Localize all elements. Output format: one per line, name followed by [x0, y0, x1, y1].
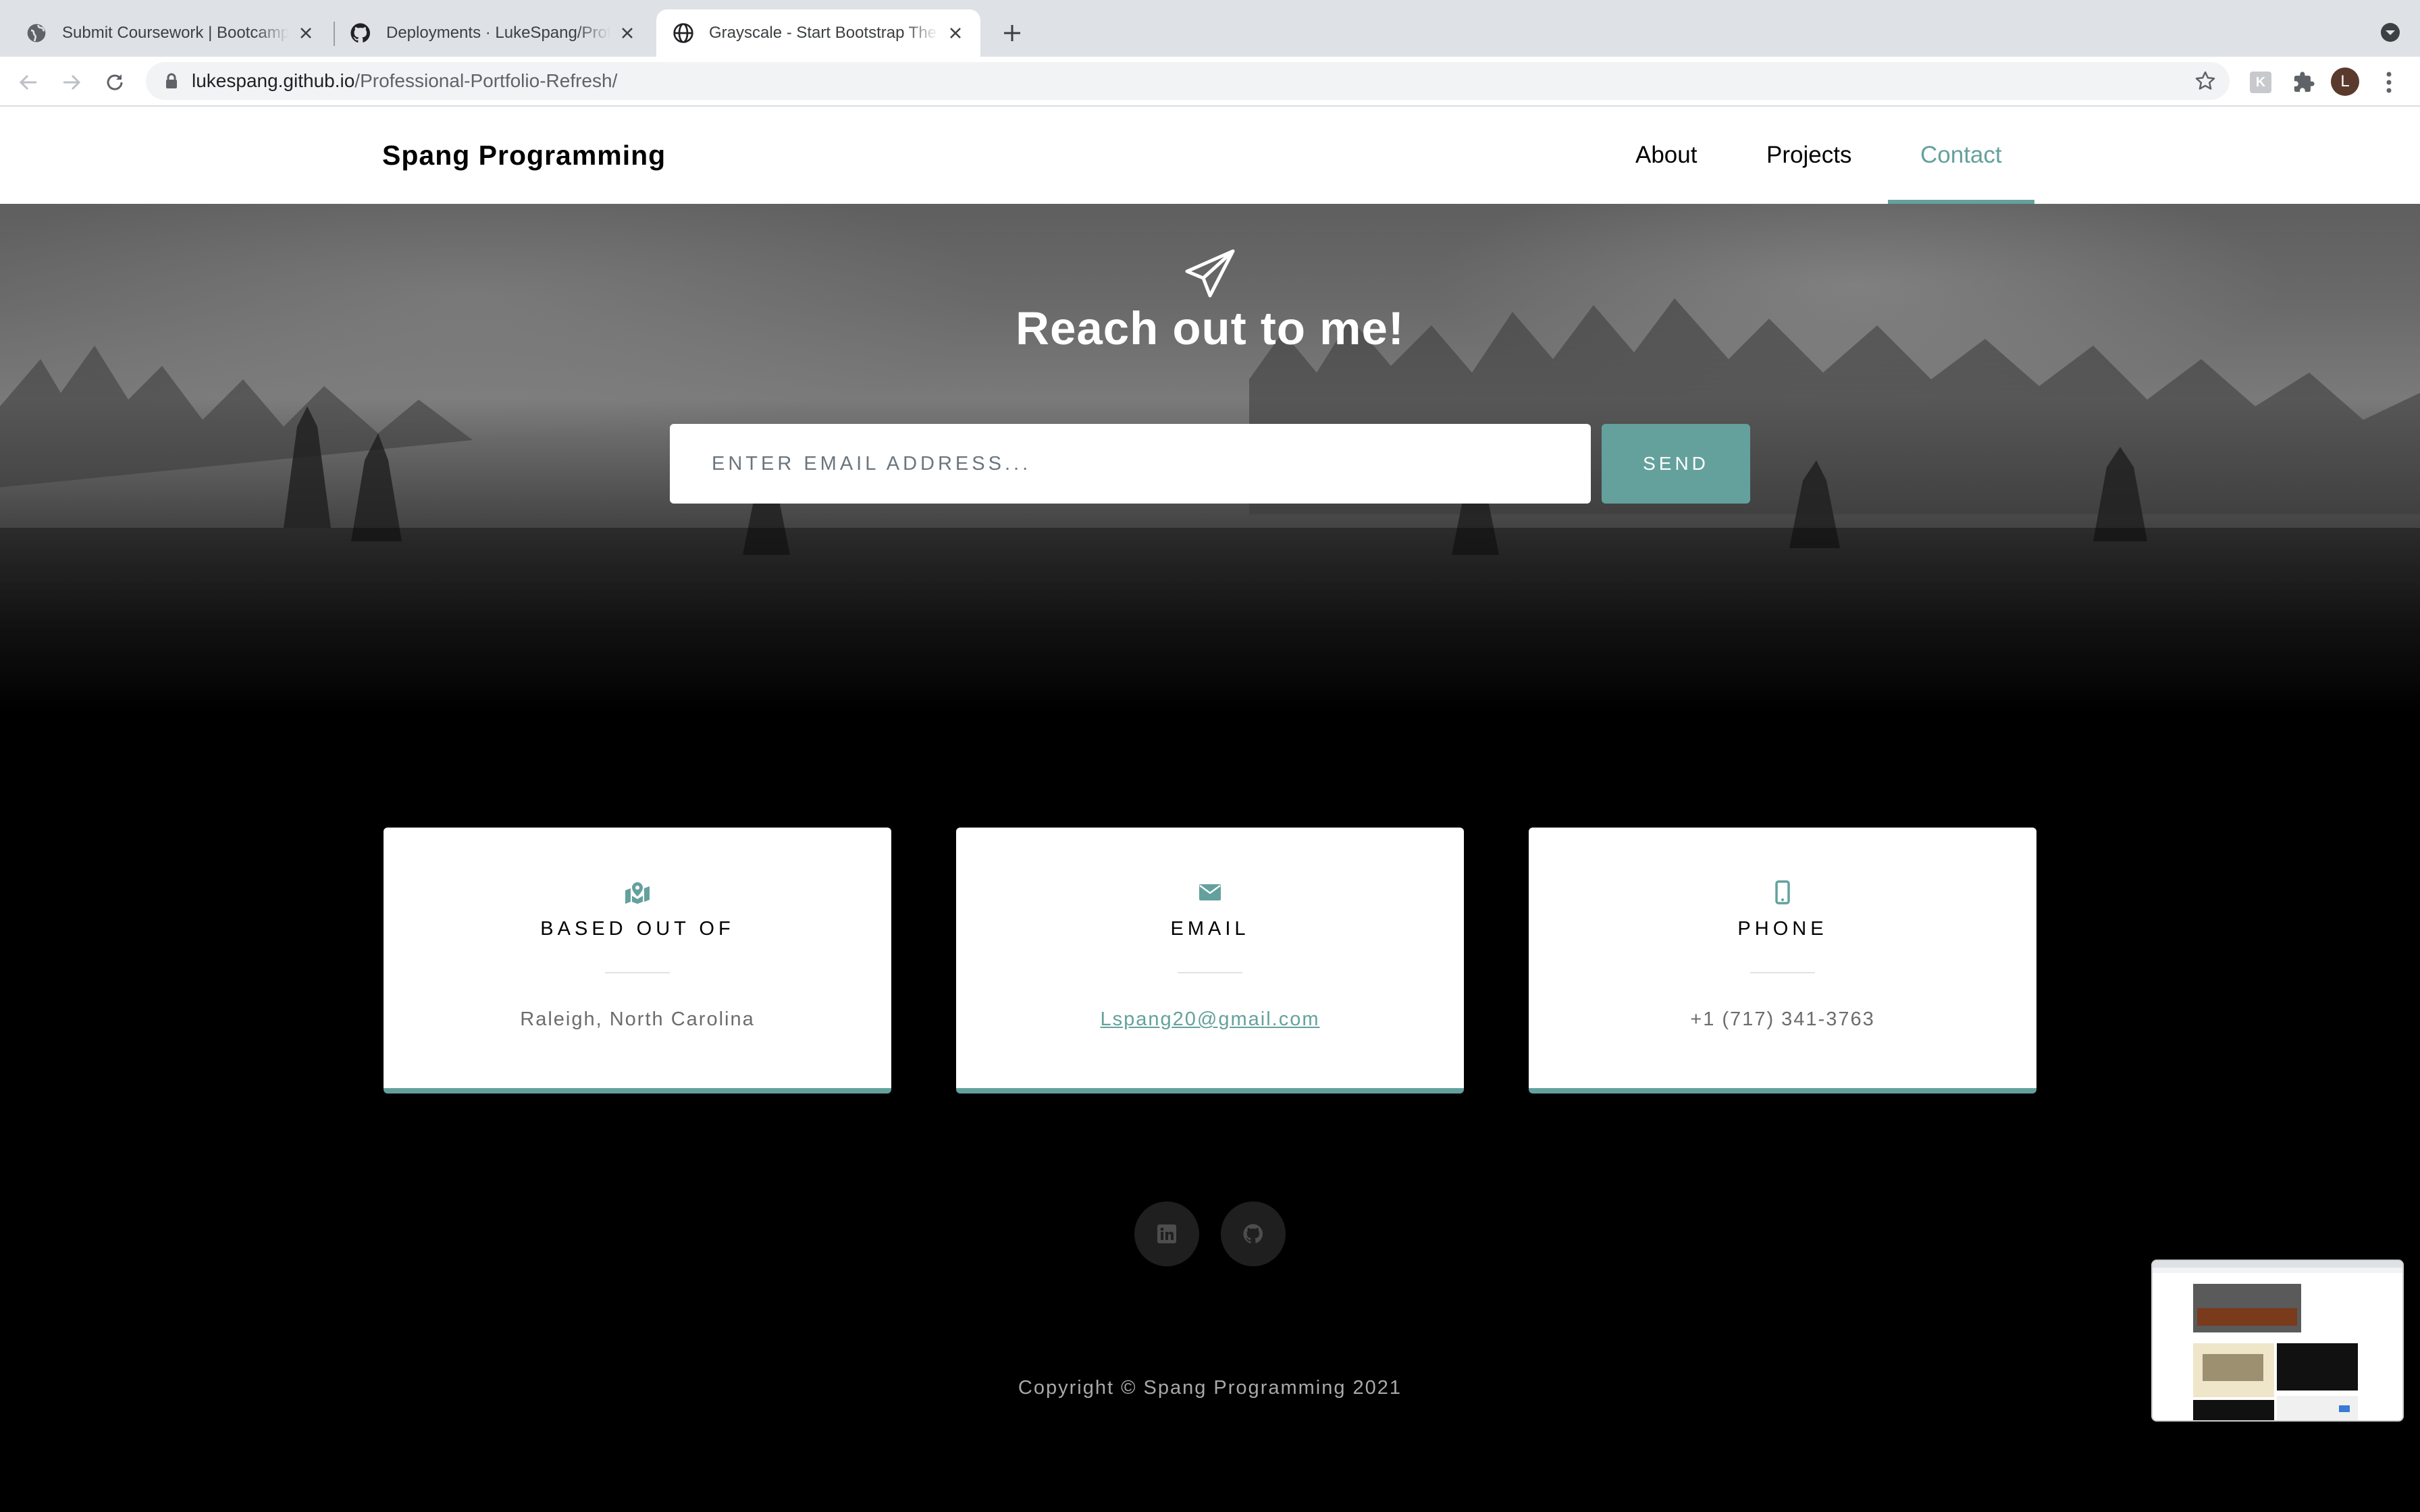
contact-card-phone: PHONE +1 (717) 341-3763 — [1529, 828, 2036, 1094]
address-bar[interactable]: lukespang.github.io/Professional-Portfol… — [146, 62, 2230, 100]
browser-tab[interactable]: Deployments · LukeSpang/Professional-Por… — [335, 9, 652, 57]
close-tab-icon[interactable] — [296, 23, 316, 43]
github-icon — [350, 23, 370, 43]
url-path: /Professional-Portfolio-Refresh/ — [354, 70, 618, 91]
screenshot-thumbnail[interactable] — [2151, 1260, 2404, 1422]
card-title: PHONE — [1737, 918, 1828, 940]
site-navbar: Spang Programming About Projects Contact — [0, 107, 2420, 204]
back-button[interactable] — [15, 69, 42, 96]
tab-title: Submit Coursework | Bootcamp — [62, 24, 289, 42]
kebab-menu-icon — [2386, 72, 2392, 93]
contact-card-email: EMAIL Lspang20@gmail.com — [956, 828, 1464, 1094]
plus-icon — [1004, 25, 1020, 41]
browser-menu-button[interactable] — [2377, 70, 2401, 94]
email-input[interactable] — [670, 424, 1591, 504]
browser-tab-active[interactable]: Grayscale - Start Bootstrap Theme — [656, 9, 980, 57]
email-link[interactable]: Lspang20@gmail.com — [956, 1008, 1464, 1031]
chevron-down-circle-icon — [2381, 23, 2400, 42]
reload-icon — [107, 74, 123, 90]
mobile-phone-icon — [1762, 879, 1803, 906]
globe-icon — [27, 24, 46, 43]
send-button[interactable]: SEND — [1602, 424, 1750, 504]
globe-icon — [673, 23, 693, 43]
new-tab-button[interactable] — [997, 18, 1028, 49]
page-preview-image — [2153, 1261, 2402, 1420]
browser-tab-bar: Submit Coursework | Bootcamp Deployments… — [0, 0, 2420, 57]
card-divider — [1178, 972, 1242, 973]
map-marked-icon — [617, 879, 658, 906]
card-title: BASED OUT OF — [540, 918, 735, 940]
tab-search-button[interactable] — [2377, 19, 2404, 46]
extensions-button[interactable] — [2292, 70, 2316, 94]
bookmark-star-icon[interactable] — [2194, 70, 2216, 92]
nav-link-about[interactable]: About — [1635, 107, 1697, 204]
linkedin-button[interactable] — [1134, 1202, 1199, 1266]
close-tab-icon[interactable] — [945, 23, 966, 43]
browser-tab[interactable]: Submit Coursework | Bootcamp — [0, 9, 331, 57]
tab-title: Deployments · LukeSpang/Professional-Por… — [386, 24, 610, 42]
lock-icon — [166, 73, 177, 88]
extension-k-icon: K — [2250, 72, 2271, 93]
forward-button[interactable] — [58, 69, 85, 96]
site-brand[interactable]: Spang Programming — [382, 107, 666, 204]
linkedin-icon — [1157, 1224, 1176, 1243]
url-text: lukespang.github.io/Professional-Portfol… — [192, 62, 617, 100]
arrow-right-icon — [63, 74, 81, 90]
signup-heading: Reach out to me! — [1016, 302, 1404, 354]
card-value: Raleigh, North Carolina — [520, 1008, 755, 1030]
envelope-icon — [1190, 879, 1230, 906]
arrow-left-icon — [19, 74, 36, 90]
card-title: EMAIL — [1170, 918, 1250, 940]
github-button[interactable] — [1221, 1202, 1286, 1266]
card-divider — [605, 972, 670, 973]
close-tab-icon[interactable] — [617, 23, 637, 43]
url-host: lukespang.github.io — [192, 70, 355, 91]
nav-link-projects[interactable]: Projects — [1766, 107, 1851, 204]
contact-card-address: BASED OUT OF Raleigh, North Carolina — [384, 828, 891, 1094]
signup-section: Reach out to me! SEND — [0, 204, 2420, 717]
paper-plane-icon — [1185, 249, 1235, 298]
nav-link-contact[interactable]: Contact — [1888, 107, 2034, 204]
copyright-text: Copyright © Spang Programming 2021 — [1018, 1377, 1402, 1399]
reload-button[interactable] — [101, 69, 128, 96]
puzzle-icon — [2294, 72, 2315, 92]
github-icon — [1243, 1224, 1263, 1243]
tab-title: Grayscale - Start Bootstrap Theme — [709, 24, 939, 42]
profile-avatar[interactable]: L — [2331, 68, 2359, 96]
browser-toolbar: lukespang.github.io/Professional-Portfol… — [0, 57, 2420, 107]
extension-button[interactable]: K — [2248, 70, 2273, 94]
card-divider — [1750, 972, 1815, 973]
card-value: +1 (717) 341-3763 — [1690, 1008, 1875, 1030]
